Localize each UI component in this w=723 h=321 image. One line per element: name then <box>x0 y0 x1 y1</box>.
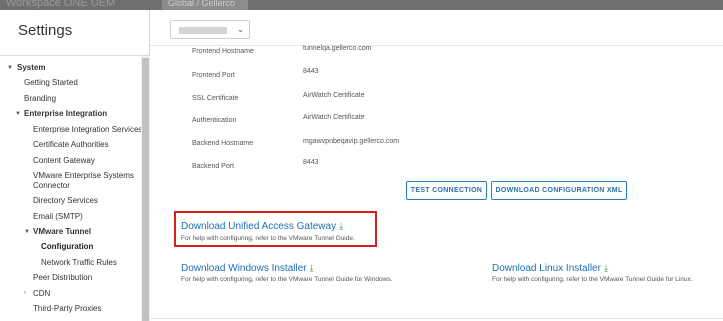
divider <box>150 318 723 319</box>
nav-directory-services[interactable]: Directory Services <box>33 196 98 206</box>
download-arrow-icon[interactable]: ⤓ <box>310 263 314 273</box>
download-uag-help: For help with configuring, refer to the … <box>181 235 355 242</box>
org-selector[interactable]: ⌄ <box>170 20 250 39</box>
top-bar: Workspace ONE UEM Global / Gellerco <box>0 0 723 10</box>
nav-network-traffic-rules[interactable]: Network Traffic Rules <box>41 258 117 268</box>
download-windows-title[interactable]: Download Windows Installer <box>181 263 307 274</box>
nav-getting-started[interactable]: Getting Started <box>24 78 78 88</box>
caret-down-icon[interactable]: ▼ <box>15 111 21 117</box>
value-backend-hostname: mgawvpnbeqavip.gellerco.com <box>303 138 400 145</box>
nav-certificate-authorities[interactable]: Certificate Authorities <box>33 140 109 150</box>
nav-enterprise-integration-services[interactable]: Enterprise Integration Services <box>33 125 142 135</box>
nav-vmware-enterprise-systems[interactable]: VMware Enterprise Systems <box>33 171 134 181</box>
value-frontend-port: 8443 <box>303 68 319 75</box>
label-backend-port: Backend Port <box>192 163 235 170</box>
test-connection-button[interactable]: TEST CONNECTION <box>406 181 487 200</box>
nav-enterprise-integration[interactable]: Enterprise Integration <box>24 109 107 119</box>
nav-email-smtp[interactable]: Email (SMTP) <box>33 212 83 222</box>
download-uag-link[interactable]: Download Unified Access Gateway ⤓ <box>181 221 343 232</box>
caret-down-icon[interactable]: ▼ <box>7 65 13 71</box>
nav-peer-distribution[interactable]: Peer Distribution <box>33 273 92 283</box>
divider <box>0 55 150 56</box>
settings-title: Settings <box>18 22 73 39</box>
download-linux-help: For help with configuring, refer to the … <box>492 276 693 283</box>
org-tab[interactable]: Global / Gellerco <box>162 0 248 10</box>
label-frontend-hostname: Frontend Hostname <box>192 48 254 55</box>
nav-cdn[interactable]: CDN <box>33 289 50 299</box>
nav-system[interactable]: System <box>17 63 45 73</box>
nav-vmware-enterprise-systems-connector[interactable]: Connector <box>33 181 70 191</box>
value-ssl-certificate: AirWatch Certificate <box>303 92 365 99</box>
main-content: ⌄ Frontend Hostname tunnelqa.gellerco.co… <box>150 10 723 321</box>
nav-configuration[interactable]: Configuration <box>41 242 93 252</box>
divider <box>150 45 723 46</box>
label-frontend-port: Frontend Port <box>192 72 235 79</box>
sidebar-scroll-thumb[interactable] <box>142 58 149 321</box>
org-selector-value <box>179 27 227 34</box>
download-configuration-xml-button[interactable]: DOWNLOAD CONFIGURATION XML <box>491 181 627 200</box>
label-authentication: Authentication <box>192 117 237 124</box>
caret-right-icon[interactable]: › <box>24 290 26 296</box>
value-backend-port: 8443 <box>303 159 319 166</box>
nav-content-gateway[interactable]: Content Gateway <box>33 156 95 166</box>
download-windows-help: For help with configuring, refer to the … <box>181 276 393 283</box>
download-linux-link[interactable]: Download Linux Installer ⤓ <box>492 263 608 274</box>
value-frontend-hostname: tunnelqa.gellerco.com <box>303 45 372 52</box>
settings-sidebar: Settings ▼ System Getting Started Brandi… <box>0 10 150 321</box>
caret-down-icon[interactable]: ▼ <box>24 229 30 235</box>
nav-vmware-tunnel[interactable]: VMware Tunnel <box>33 227 91 237</box>
nav-third-party-proxies[interactable]: Third-Party Proxies <box>33 304 101 314</box>
label-backend-hostname: Backend Hostname <box>192 140 254 147</box>
download-arrow-icon[interactable]: ⤓ <box>604 263 608 273</box>
download-arrow-icon[interactable]: ⤓ <box>339 221 343 231</box>
download-linux-title[interactable]: Download Linux Installer <box>492 263 601 274</box>
nav-branding[interactable]: Branding <box>24 94 56 104</box>
value-authentication: AirWatch Certificate <box>303 114 365 121</box>
app-title: Workspace ONE UEM <box>6 0 116 9</box>
label-ssl-certificate: SSL Certificate <box>192 95 239 102</box>
chevron-down-icon: ⌄ <box>237 25 244 34</box>
download-windows-link[interactable]: Download Windows Installer ⤓ <box>181 263 314 274</box>
download-uag-title[interactable]: Download Unified Access Gateway <box>181 221 336 232</box>
